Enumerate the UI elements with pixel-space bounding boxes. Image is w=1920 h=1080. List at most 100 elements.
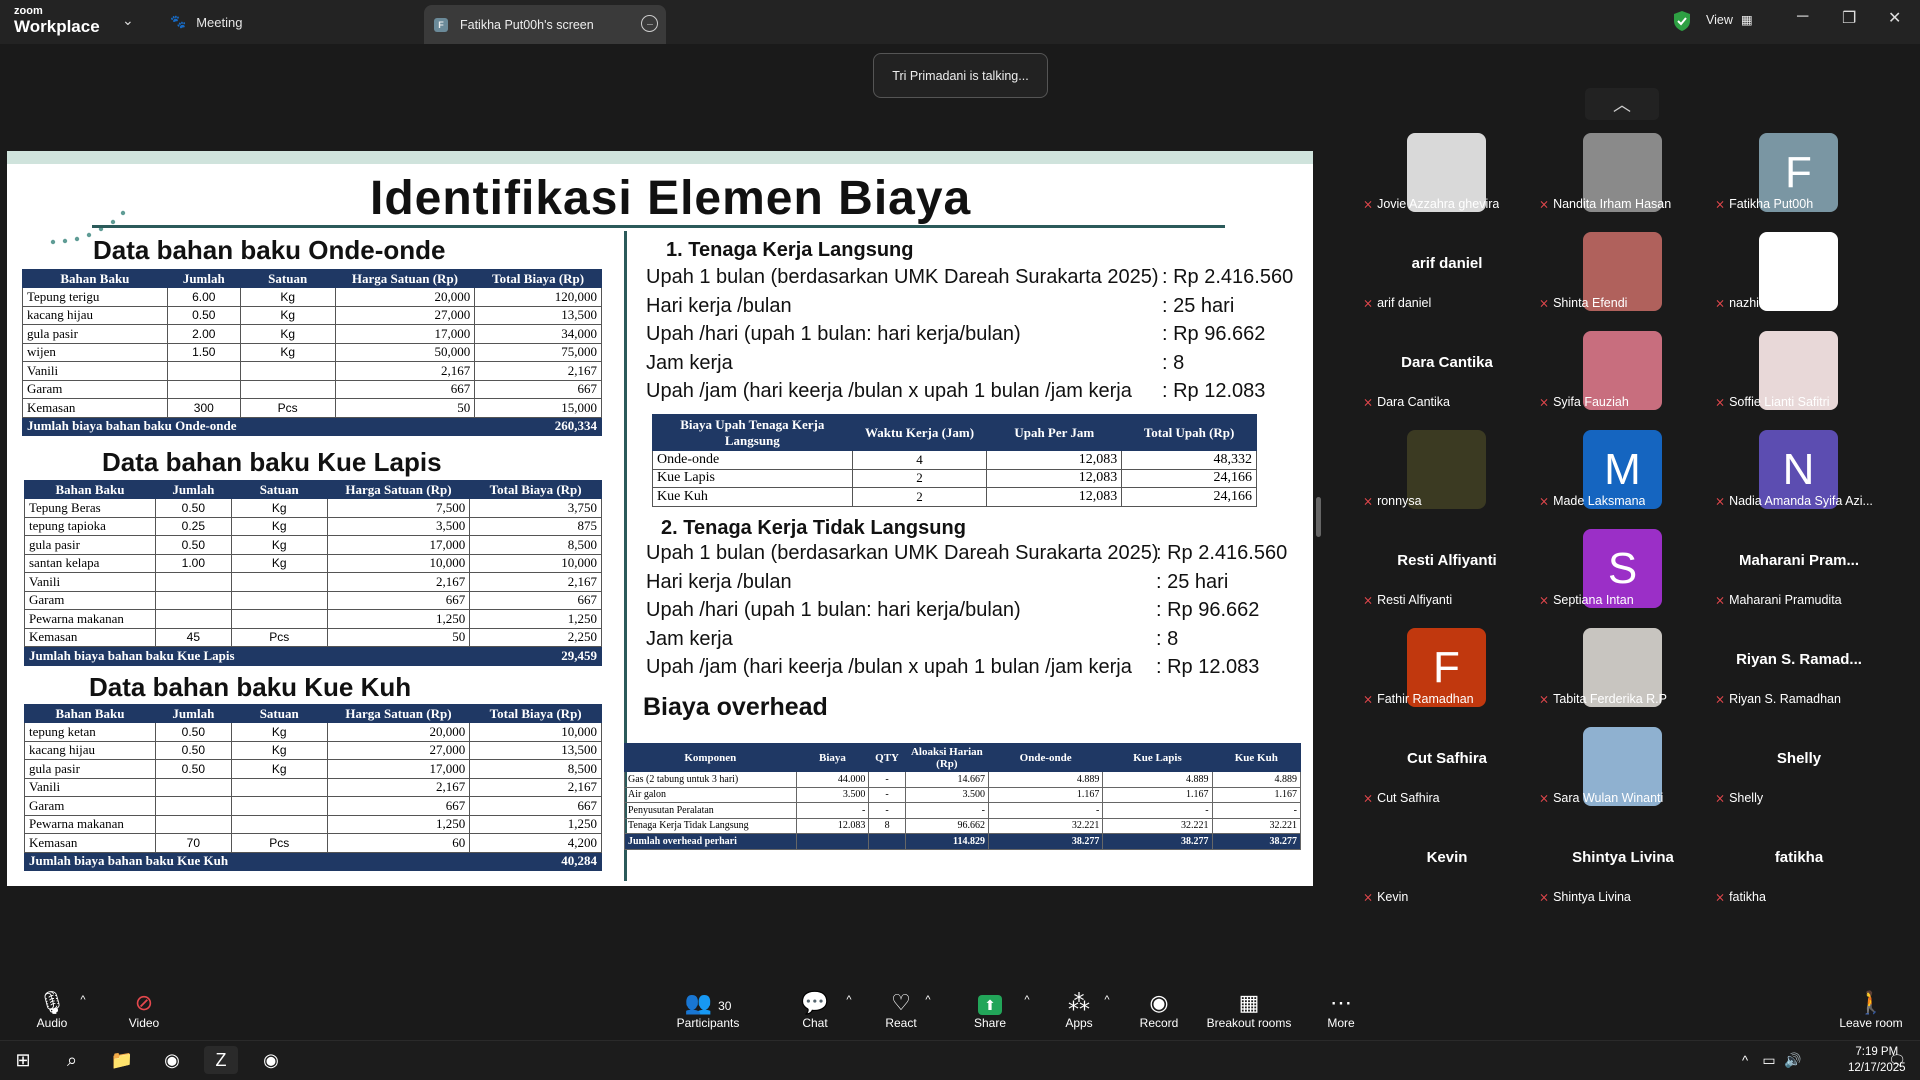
participant-tile[interactable]: Dara Cantika ⨯ Dara Cantika [1359,326,1535,425]
participant-tile[interactable]: Kevin ⨯ Kevin [1359,821,1535,920]
tktl-line-label: Jam kerja [646,627,733,650]
participant-tile[interactable]: ⨯ Jovie Azzahra ghevira [1359,128,1535,227]
react-button[interactable]: ♡ React [882,990,920,1030]
column-header: Total Biaya (Rp) [474,269,602,288]
participant-tile[interactable]: Shintya Livina ⨯ Shintya Livina [1535,821,1711,920]
onde-table: Bahan Baku Jumlah Satuan Harga Satuan (Rp) T… [22,269,602,436]
participant-tile[interactable]: ⨯ Syifa Fauziah [1535,326,1711,425]
table-cell: 24,166 [1121,487,1257,507]
participant-tile[interactable]: N ⨯ Nadia Amanda Syifa Azi... [1711,425,1887,524]
participant-tile[interactable]: arif daniel ⨯ arif daniel [1359,227,1535,326]
participant-tile[interactable]: Cut Safhira ⨯ Cut Safhira [1359,722,1535,821]
table-row: Kue Lapis 2 12,083 24,166 [652,468,1257,488]
restore-icon[interactable]: ❐ [1842,8,1856,28]
apps-button[interactable]: ⁂ Apps [1062,990,1096,1030]
share-button[interactable]: ⬆ Share [970,990,1010,1030]
react-options-caret[interactable]: ^ [922,994,934,1006]
chevron-down-icon[interactable]: ⌄ [122,12,134,29]
participant-tile[interactable]: ⨯ nazhira faiza [1711,227,1887,326]
table-row: Garam 667 667 [24,796,602,816]
tktl-line-value: : Rp 2.416.560 [1156,542,1288,564]
notification-icon[interactable]: 🗨 [1880,1046,1914,1074]
participant-tile[interactable]: ⨯ Soffie Lianti Safitri [1711,326,1887,425]
muted-mic-icon: ⨯ [1539,395,1550,409]
table-cell: - [868,786,906,803]
table-row: Vanili 2,167 2,167 [24,777,602,797]
close-icon[interactable]: ✕ [1888,8,1901,28]
total-cell [868,833,906,850]
muted-mic-icon: ⨯ [1363,296,1374,310]
table-cell: 2,167 [469,777,602,797]
view-button[interactable]: View ▦ [1706,12,1753,28]
zoom-taskbar-icon[interactable]: Z [204,1046,238,1074]
participant-tile[interactable]: Shelly ⨯ Shelly [1711,722,1887,821]
audio-options-caret[interactable]: ^ [76,994,90,1006]
table-cell: 10,000 [326,553,471,573]
leave-room-button[interactable]: 🚶 Leave room [1836,990,1906,1030]
table-cell: - [904,802,989,819]
participant-tile[interactable]: ⨯ ronnysa [1359,425,1535,524]
table-cell: 50 [326,627,471,647]
column-header: Jumlah [154,480,232,499]
share-screen-icon: ⬆ [970,990,1010,1016]
participant-tile[interactable]: M ⨯ Made Laksmana [1535,425,1711,524]
participant-tile[interactable]: ⨯ Shinta Efendi [1535,227,1711,326]
table-cell: 1.00 [154,553,232,573]
participant-tile[interactable]: ⨯ Nandita Irham Hasan [1535,128,1711,227]
total-label: Jumlah biaya bahan baku Kue Lapis [24,646,328,666]
chat-options-caret[interactable]: ^ [843,994,855,1006]
share-options-caret[interactable]: ^ [1021,994,1033,1006]
overhead-table: Komponen Biaya QTY Aloaksi Harian (Rp) Onde-… [624,743,1302,850]
participant-tile[interactable]: Maharani Pram... ⨯ Maharani Pramudita [1711,524,1887,623]
table-cell: 27,000 [334,305,476,325]
column-header: Bahan Baku [24,704,156,723]
tab-shared-screen[interactable]: F Fatikha Put00h's screen ··· [424,5,666,44]
participant-tile[interactable]: S ⨯ Septiana Intan [1535,524,1711,623]
more-options-icon[interactable]: ··· [641,15,658,32]
table-cell: Pewarna makanan [24,814,156,834]
volume-icon[interactable]: 🔊 [1776,1046,1810,1074]
participant-name: ronnysa [1377,494,1422,508]
audio-button[interactable]: 🎙 Audio [30,990,74,1030]
participant-tile[interactable]: Resti Alfiyanti ⨯ Resti Alfiyanti [1359,524,1535,623]
windows-taskbar [0,1040,1920,1080]
table-row: Gas (2 tabung untuk 3 hari) 44.000-14.667… [624,771,1302,788]
table-header: Bahan Baku Jumlah Satuan Harga Satuan (Rp) T… [24,480,602,499]
table-row: Kemasan 70 Pcs 60 4,200 [24,833,602,853]
search-icon[interactable]: ⌕ [55,1046,89,1074]
column-header: Biaya [795,743,870,772]
chat-button[interactable]: 💬 Chat [797,990,833,1030]
breakout-rooms-button[interactable]: ▦ Breakout rooms [1203,990,1295,1030]
video-button[interactable]: ⊘ Video [124,990,164,1030]
participant-name: Syifa Fauziah [1553,395,1629,409]
table-cell [154,777,232,797]
file-explorer-icon[interactable]: 📁 [105,1046,139,1074]
record-button[interactable]: ◉ Record [1138,990,1180,1030]
participant-tile[interactable]: ⨯ Sara Wulan Winanti [1535,722,1711,821]
apps-options-caret[interactable]: ^ [1101,994,1113,1006]
participant-tile[interactable]: Riyan S. Ramad... ⨯ Riyan S. Ramadhan [1711,623,1887,722]
chrome-profile-icon[interactable]: ◉ [254,1046,288,1074]
muted-mic-icon: ⨯ [1539,890,1550,904]
tab-meeting[interactable]: 🐾 Meeting [170,0,242,44]
scroll-up-button[interactable]: ︿ [1585,88,1659,120]
participant-tile[interactable]: F ⨯ Fatikha Put00h [1711,128,1887,227]
participant-tile[interactable]: F ⨯ Fathir Ramadhan [1359,623,1535,722]
windows-start-icon[interactable]: ⊞ [6,1046,40,1074]
participant-tile[interactable]: ⨯ Tabita Ferderika R.P [1535,623,1711,722]
tkl-line-label: Upah 1 bulan (berdasarkan UMK Dareah Sur… [646,266,1159,288]
table-cell: Pcs [239,398,336,418]
chrome-icon[interactable]: ◉ [155,1046,189,1074]
shield-icon[interactable] [1672,10,1692,32]
participant-tile[interactable]: fatikha ⨯ fatikha [1711,821,1887,920]
minimize-icon[interactable]: ─ [1797,8,1808,26]
participants-button[interactable]: 👥 30 Participants [668,990,748,1030]
more-button[interactable]: ⋯ More [1322,990,1360,1030]
total-cell: Jumlah overhead perhari [624,833,797,850]
panel-resize-handle[interactable] [1316,497,1321,537]
table-cell: Onde-onde [652,450,853,470]
table-cell [230,796,328,816]
participant-label: ⨯ Nadia Amanda Syifa Azi... [1715,494,1873,508]
column-header: Satuan [230,704,328,723]
total-cell: 114.829 [904,833,989,850]
